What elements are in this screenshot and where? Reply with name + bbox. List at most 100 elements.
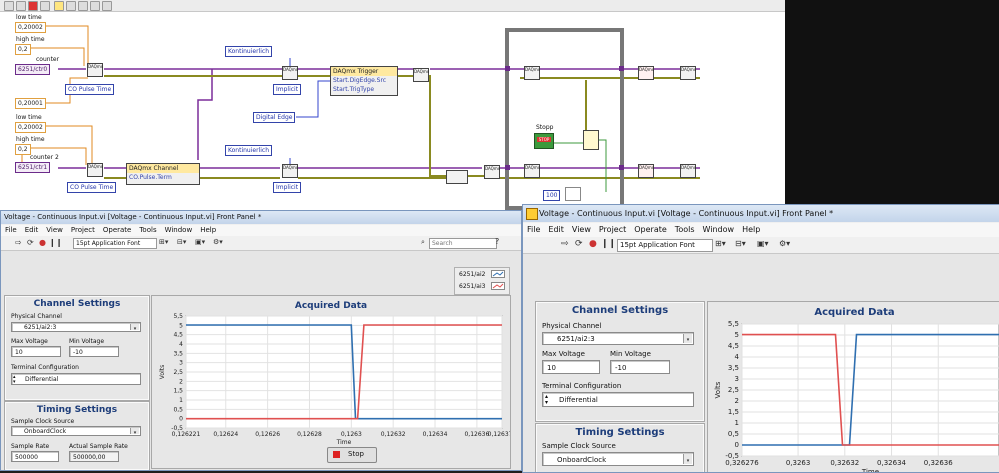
run-continuously-icon[interactable]: ⟳ [27,238,34,247]
daqmx-create-channel-vi-1[interactable]: DAQmx [87,63,103,77]
plot-legend[interactable]: 6251/ai2 6251/ai3 [454,267,510,295]
left-window-title[interactable]: Voltage - Continuous Input.vi [Voltage -… [1,211,521,224]
low-time-constant[interactable]: 0,20002 [15,22,46,33]
sample-mode-constant-2[interactable]: Kontinuierlich [225,145,272,156]
co-pulse-time-ring-1[interactable]: CO Pulse Time [65,84,115,95]
terminal-configuration-field[interactable]: ▴ ▾ Differential [11,373,141,385]
sample-clock-source-field[interactable]: OnboardClock ▾ [542,452,694,466]
terminal-configuration-field[interactable]: ▴ ▾ Differential [542,392,694,407]
distribute-icon[interactable]: ⊟▾ [177,238,186,246]
reorder-icon[interactable]: ⚙▾ [779,239,790,248]
pause-icon[interactable]: ❙❙ [601,239,616,249]
daqmx-clear-task-vi-2[interactable]: DAQmx [680,164,696,178]
daqmx-is-task-done-vi-2[interactable]: DAQmx [524,164,540,178]
stop-button[interactable]: Stop [327,447,377,463]
abort-icon[interactable]: ● [589,239,597,249]
chevron-down-icon[interactable]: ▾ [683,334,692,343]
chevron-down-icon[interactable]: ▾ [683,454,692,464]
min-voltage-field[interactable]: -10 [69,346,119,357]
counter-channel-constant[interactable]: 6251/ctr0 [15,64,51,75]
y-axis-label: Volts [714,381,722,398]
reorder-icon[interactable]: ⚙▾ [213,238,223,246]
menu-operate[interactable]: Operate [99,225,135,236]
menu-view[interactable]: View [568,223,595,237]
stop-terminal[interactable]: STOP [534,133,554,149]
low-time-constant-2[interactable]: 0,20002 [15,122,46,133]
daqmx-channel-property-node[interactable]: DAQmx Channel CO.Pulse.Term [126,163,200,185]
run-icon[interactable]: ⇨ [561,239,569,249]
acquired-data-graph[interactable]: Acquired Data 5,5 5 4,5 4 3,5 3 2,5 2 1,5 1 0,5 0 -0,… [707,301,999,473]
counter-2-channel-constant[interactable]: 6251/ctr1 [15,162,51,173]
physical-channel-field[interactable]: 6251/ai2:3 ▾ [542,332,694,345]
implicit-ring-2[interactable]: Implicit [273,182,302,193]
stepper-icon[interactable]: ▴ ▾ [13,375,16,385]
sample-rate-field[interactable]: 500000 [11,451,59,462]
initial-delay-constant[interactable]: 0,20001 [15,98,46,109]
daqmx-stop-task-vi-1[interactable]: DAQmx [638,66,654,80]
sample-clock-source-field[interactable]: OnboardClock ▾ [11,426,141,436]
resize-icon[interactable]: ▣▾ [195,238,205,246]
high-time-constant-2[interactable]: 0,2 [15,144,31,155]
max-voltage-field[interactable]: 10 [11,346,61,357]
help-icon[interactable]: ? [495,237,499,246]
menu-window[interactable]: Window [699,223,739,237]
menu-window[interactable]: Window [161,225,197,236]
sample-mode-constant-1[interactable]: Kontinuierlich [225,46,272,57]
menu-file[interactable]: File [523,223,544,237]
daqmx-timing-vi-1[interactable]: DAQmx [282,66,298,80]
menu-file[interactable]: File [1,225,21,236]
align-icon[interactable]: ⊞▾ [715,239,726,248]
acquired-data-plot[interactable]: Acquired Data5,554,543,532,521,510,50-0,… [152,296,510,446]
merge-errors-node[interactable] [446,170,468,184]
daqmx-trigger-property-node[interactable]: DAQmx Trigger Start.DigEdge.Src Start.Tr… [330,66,398,96]
menu-edit[interactable]: Edit [544,223,568,237]
abort-icon[interactable]: ● [39,238,46,247]
daqmx-start-task-vi-2[interactable]: DAQmx [484,165,500,179]
right-window-title[interactable]: Voltage - Continuous Input.vi [Voltage -… [523,205,999,222]
search-input[interactable] [429,238,497,249]
acquired-data-plot[interactable]: Acquired Data5,554,543,532,521,510,50-0,… [708,302,999,473]
daqmx-clear-task-vi-1[interactable]: DAQmx [680,66,696,80]
distribute-icon[interactable]: ⊟▾ [735,239,746,248]
implicit-ring-1[interactable]: Implicit [273,84,302,95]
or-compound-node[interactable] [583,130,599,150]
daqmx-start-task-vi-1[interactable]: DAQmx [413,68,429,82]
stop-terminal-label: Stopp [536,124,554,131]
acquired-data-graph[interactable]: Acquired Data 5,5 5 4,5 4 3,5 3 2,5 2 1,5 1 0,5 0 -0,… [151,295,511,469]
high-time-constant[interactable]: 0,2 [15,44,31,55]
menu-project[interactable]: Project [595,223,630,237]
chevron-down-icon[interactable]: ▾ [130,428,139,435]
digital-edge-constant[interactable]: Digital Edge [253,112,296,123]
max-voltage-field[interactable]: 10 [542,360,600,374]
chevron-down-icon[interactable]: ▾ [130,324,139,331]
min-voltage-label: Min Voltage [610,350,651,358]
run-icon[interactable]: ⇨ [15,238,22,247]
menu-help[interactable]: Help [738,223,764,237]
wait-ms-constant[interactable]: 100 [543,190,561,201]
font-selector[interactable]: 15pt Application Font [617,239,713,252]
pause-icon[interactable]: ❙❙ [49,238,62,247]
menu-tools[interactable]: Tools [671,223,699,237]
resize-icon[interactable]: ▣▾ [757,239,769,248]
menu-edit[interactable]: Edit [21,225,43,236]
wait-ms-icon[interactable] [565,187,581,201]
co-pulse-time-ring-2[interactable]: CO Pulse Time [67,182,117,193]
stepper-icon[interactable]: ▴ ▾ [545,394,548,406]
stop-icon [333,451,340,458]
timing-settings-cluster: Timing Settings Sample Clock Source Onbo… [4,401,150,470]
run-continuously-icon[interactable]: ⟳ [575,239,583,249]
daqmx-timing-vi-2[interactable]: DAQmx [282,164,298,178]
daqmx-stop-task-vi-2[interactable]: DAQmx [638,164,654,178]
daqmx-create-channel-vi-2[interactable]: DAQmx [87,163,103,177]
menu-tools[interactable]: Tools [135,225,160,236]
menu-help[interactable]: Help [196,225,220,236]
font-selector[interactable]: 15pt Application Font [73,238,157,249]
search-icon[interactable]: ⌕ [421,238,425,247]
menu-project[interactable]: Project [67,225,99,236]
daqmx-is-task-done-vi-1[interactable]: DAQmx [524,66,540,80]
min-voltage-field[interactable]: -10 [610,360,670,374]
menu-operate[interactable]: Operate [630,223,671,237]
menu-view[interactable]: View [42,225,67,236]
physical-channel-field[interactable]: 6251/ai2:3 ▾ [11,322,141,332]
align-icon[interactable]: ⊞▾ [159,238,168,246]
